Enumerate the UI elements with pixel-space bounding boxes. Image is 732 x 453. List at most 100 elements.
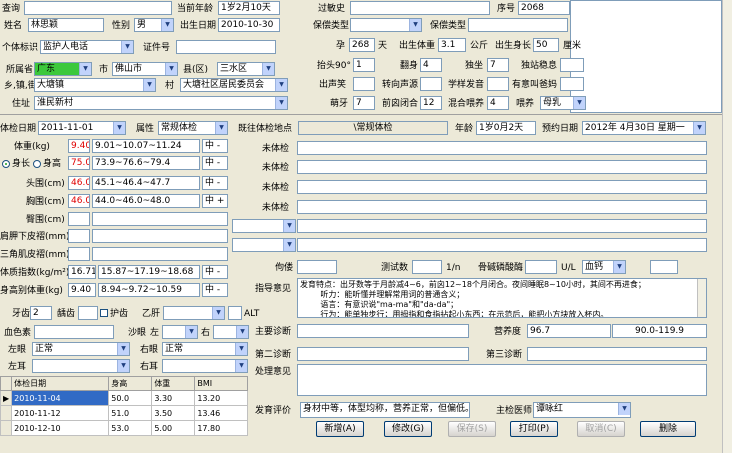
milestone-input[interactable]: 4 <box>487 96 509 110</box>
gender-select[interactable]: 男 ▼ <box>134 18 174 32</box>
treat-textarea[interactable] <box>297 364 707 396</box>
ca-input[interactable] <box>650 260 678 274</box>
feeding-select[interactable]: 母乳 ▼ <box>540 96 586 110</box>
milestone-input[interactable]: 1 <box>353 58 375 72</box>
addr-select[interactable]: 淮民新村 ▼ <box>34 96 288 110</box>
bl-input[interactable]: 50 <box>533 38 559 52</box>
id-type-select[interactable]: 监护人电话 ▼ <box>40 40 134 54</box>
cell-bmi[interactable]: 13.46 <box>194 405 248 421</box>
care-checkbox[interactable] <box>100 309 108 317</box>
left-eye-select[interactable]: 正常 ▼ <box>32 342 130 356</box>
county-select[interactable]: 三水区 ▼ <box>217 62 275 76</box>
cell-bmi[interactable]: 13.20 <box>194 390 248 406</box>
preg-input[interactable]: 268 <box>349 38 375 52</box>
cell-date[interactable]: 2010-11-04 <box>11 390 110 406</box>
cell-date[interactable]: 2010-11-12 <box>11 405 110 421</box>
add-button[interactable]: 新增(A) <box>316 421 364 437</box>
cell-date[interactable]: 2010-12-10 <box>11 420 110 436</box>
exam-item-input[interactable] <box>297 141 707 155</box>
trachoma-left-select[interactable]: ▼ <box>162 325 198 339</box>
exam-item-input[interactable] <box>297 160 707 174</box>
prov-select[interactable]: 广东 ▼ <box>34 62 92 76</box>
milestone-input[interactable]: 4 <box>420 58 442 72</box>
milestone-input[interactable] <box>560 58 584 72</box>
exam-item-input[interactable] <box>297 200 707 214</box>
milestone-input[interactable]: 7 <box>353 96 375 110</box>
col-height[interactable]: 身高 <box>108 376 153 391</box>
insurance-select[interactable]: ▼ <box>350 18 422 32</box>
col-weight[interactable]: 体重 <box>151 376 196 391</box>
height-radio[interactable] <box>33 160 41 168</box>
cell-height[interactable]: 50.0 <box>108 390 153 406</box>
milestone-input[interactable]: 12 <box>420 96 442 110</box>
diag3-input[interactable] <box>527 347 707 361</box>
query-input[interactable] <box>24 1 172 15</box>
edit-button[interactable]: 修改(G) <box>384 421 432 437</box>
save-button[interactable]: 保存(S) <box>448 421 496 437</box>
rickets-input[interactable] <box>297 260 337 274</box>
exam-item-input[interactable] <box>297 238 707 252</box>
delete-button[interactable]: 删除 <box>640 421 696 437</box>
doc-select[interactable]: 谭咏红 ▼ <box>533 402 631 418</box>
cell-height[interactable]: 53.0 <box>108 420 153 436</box>
milestone-input[interactable]: 7 <box>487 58 509 72</box>
col-bmi[interactable]: BMI <box>194 376 248 391</box>
city-select[interactable]: 佛山市 ▼ <box>112 62 178 76</box>
chest-input[interactable]: 46.0 <box>68 194 90 208</box>
cell-weight[interactable]: 3.50 <box>151 405 196 421</box>
alp-input[interactable] <box>525 260 557 274</box>
weight-input[interactable]: 9.40 <box>68 139 90 153</box>
cert-input[interactable] <box>176 40 276 54</box>
length-radio[interactable] <box>2 160 10 168</box>
right-eye-select[interactable]: 正常 ▼ <box>162 342 248 356</box>
hepb-select[interactable]: ▼ <box>163 306 225 320</box>
table-row[interactable]: 2010-11-12 51.0 3.50 13.46 <box>0 405 248 421</box>
trachoma-right-select[interactable]: ▼ <box>213 325 249 339</box>
exam-item-input[interactable] <box>297 219 707 233</box>
diag2-input[interactable] <box>297 347 469 361</box>
cell-height[interactable]: 51.0 <box>108 405 153 421</box>
prop-select[interactable]: 常规体检 ▼ <box>158 121 228 135</box>
milestone-input[interactable] <box>560 77 584 91</box>
print-button[interactable]: 打印(P) <box>510 421 558 437</box>
name-input[interactable]: 林思颖 <box>28 18 104 32</box>
bw-input[interactable]: 3.1 <box>438 38 466 52</box>
milestone-input[interactable] <box>487 77 509 91</box>
guide-scrollbar[interactable] <box>697 279 706 317</box>
hb-input[interactable] <box>34 325 114 339</box>
teeth-input[interactable]: 2 <box>30 306 52 320</box>
exam-date-select[interactable]: 2011-11-01 ▼ <box>38 121 126 135</box>
cell-weight[interactable]: 5.00 <box>151 420 196 436</box>
col-date[interactable]: 体检日期 <box>11 376 110 391</box>
cell-bmi[interactable]: 17.80 <box>194 420 248 436</box>
diag1-input[interactable] <box>297 324 469 338</box>
village-select[interactable]: 大塘社区居民委员会 ▼ <box>180 78 288 92</box>
extra-select[interactable]: ▼ <box>232 219 296 233</box>
history-table[interactable]: 体检日期 身高 体重 BMI ▶ 2010-11-04 50.0 3.30 13… <box>0 376 248 436</box>
appt-select[interactable]: 2012年 4月30日 星期一 ▼ <box>582 121 706 135</box>
left-ear-select[interactable]: ▼ <box>32 359 130 373</box>
exam-item-input[interactable] <box>297 180 707 194</box>
birth-input[interactable]: 2010-10-30 <box>218 18 280 32</box>
ca-select[interactable]: 血钙 ▼ <box>582 260 626 274</box>
caries-input[interactable] <box>78 306 98 320</box>
cell-weight[interactable]: 3.30 <box>151 390 196 406</box>
allergy-input[interactable] <box>350 1 490 15</box>
milestone-input[interactable] <box>353 77 375 91</box>
bodytype-input[interactable] <box>468 18 568 32</box>
dev-input[interactable]: 身材中等，体型均称，营养正常，但偏低。 <box>300 402 470 418</box>
scrollbar[interactable] <box>722 0 732 453</box>
extra-select[interactable]: ▼ <box>232 238 296 252</box>
tri-input[interactable] <box>68 247 90 261</box>
right-ear-select[interactable]: ▼ <box>162 359 248 373</box>
table-row[interactable]: ▶ 2010-11-04 50.0 3.30 13.20 <box>0 390 248 406</box>
calc-input[interactable] <box>412 260 442 274</box>
length-input[interactable]: 75.0 <box>68 156 90 170</box>
scap-input[interactable] <box>68 229 90 243</box>
head-input[interactable]: 46.0 <box>68 176 90 190</box>
town-select[interactable]: 大塘镇 ▼ <box>34 78 156 92</box>
guide-textarea[interactable]: 发育特点：出牙数等于月龄减4~6，前囟12~18个月闭合。夜间睡眠8~10小时，… <box>297 278 707 318</box>
milestone-input[interactable] <box>420 77 442 91</box>
hip-input[interactable] <box>68 212 90 226</box>
table-row[interactable]: 2010-12-10 53.0 5.00 17.80 <box>0 420 248 436</box>
